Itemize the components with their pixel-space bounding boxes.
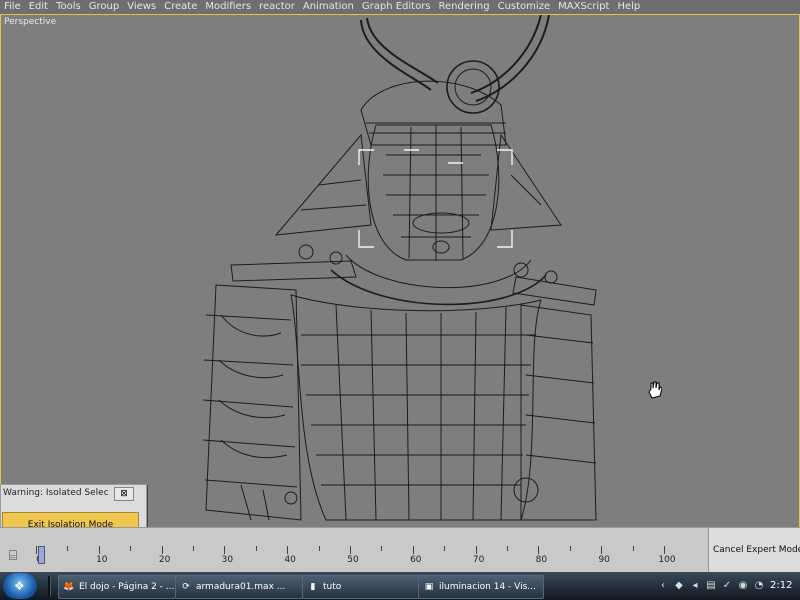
hand-cursor-icon <box>648 381 662 399</box>
isolation-close-button[interactable]: ⊠ <box>114 487 134 501</box>
menu-item-group[interactable]: Group <box>85 0 123 14</box>
tray-arrow-icon[interactable]: ‹ <box>656 579 670 593</box>
taskbar-button[interactable]: ⟳ armadura01.max ... <box>175 575 303 599</box>
windows-logo-icon: ❖ <box>14 579 25 593</box>
timeline-tick-label: 40 <box>284 555 296 565</box>
timeline-tick <box>412 546 414 554</box>
timeline-tick <box>664 546 665 554</box>
update-icon[interactable]: ◉ <box>736 579 750 593</box>
network-icon[interactable]: ▤ <box>704 579 718 593</box>
menu-item-views[interactable]: Views <box>123 0 160 14</box>
menu-item-rendering[interactable]: Rendering <box>435 0 494 14</box>
taskbar-button-label: tuto <box>323 582 342 592</box>
timeline-tick <box>98 546 100 554</box>
timeline-tick <box>350 546 351 554</box>
menu-item-animation[interactable]: Animation <box>299 0 358 14</box>
taskbar-button-label: El dojo - Página 2 - ... <box>79 582 175 592</box>
timeline-tick-label: 30 <box>221 555 234 565</box>
perspective-viewport[interactable]: Perspective <box>0 14 800 529</box>
taskbar: ❖ 🦊 El dojo - Página 2 - ... ⟳ armadura01.m… <box>0 572 800 600</box>
taskbar-app-icon: ▣ <box>424 582 434 592</box>
timeline-toggle-icon[interactable]: ⌸ <box>2 548 24 564</box>
taskbar-app-icon: ▮ <box>310 582 316 592</box>
timeline-tick <box>318 546 320 551</box>
taskbar-button[interactable]: ▣ iluminacion 14 - Vis... <box>418 575 544 599</box>
timeline-tick <box>569 546 571 551</box>
app-icon[interactable]: ◔ <box>752 579 766 593</box>
clock[interactable]: 2:12 <box>770 575 792 597</box>
menu-item-help[interactable]: Help <box>613 0 644 14</box>
menu-item-create[interactable]: Create <box>160 0 201 14</box>
timeline-tick <box>36 546 37 554</box>
timeline-tick <box>161 546 163 554</box>
menu-item-customize[interactable]: Customize <box>494 0 555 14</box>
taskbar-app-icon: ⟳ <box>182 582 190 592</box>
volume-icon[interactable]: ◂ <box>688 579 702 593</box>
timeline-tick <box>507 546 508 551</box>
expert-mode-panel: Cancel Expert Mode <box>708 527 800 573</box>
taskbar-button-label: iluminacion 14 - Vis... <box>439 582 536 592</box>
timeline-tick <box>381 546 383 551</box>
timeline-tick-label: 10 <box>96 555 108 565</box>
system-tray: ‹ ◆ ◂ ▤ ✓ ◉ ◔ <box>656 575 768 597</box>
time-slider[interactable] <box>38 546 45 564</box>
timeline-tick <box>444 546 446 551</box>
security-icon[interactable]: ✓ <box>720 579 734 593</box>
menu-item-maxscript[interactable]: MAXScript <box>554 0 613 14</box>
timeline-tick-label: 50 <box>347 555 359 565</box>
timeline-tick <box>130 546 132 551</box>
timeline-tick <box>632 546 634 551</box>
timeline-tick <box>224 546 226 554</box>
timeline-tick-label: 70 <box>472 555 485 565</box>
timeline-tick <box>538 546 540 554</box>
timeline-tick <box>287 546 289 554</box>
timeline-tick-label: 60 <box>410 555 422 565</box>
taskbar-app-icon: 🦊 <box>63 582 75 592</box>
menu-item-file[interactable]: File <box>0 0 25 14</box>
shield-icon[interactable]: ◆ <box>672 579 686 593</box>
taskbar-button-label: armadura01.max ... <box>196 582 286 592</box>
timeline-tick <box>255 546 257 551</box>
taskbar-button[interactable]: ▮ tuto <box>302 575 420 599</box>
menu-bar: File Edit Tools Group Views Create Modifiers re… <box>0 0 800 14</box>
menu-item-graph-editors[interactable]: Graph Editors <box>358 0 435 14</box>
taskbar-button[interactable]: 🦊 El dojo - Página 2 - ... <box>58 575 176 599</box>
wireframe-model <box>202 15 597 521</box>
timeline-tick-label: 80 <box>535 555 548 565</box>
timeline: ⌸ 0102030405060708090100 <box>0 527 708 573</box>
timeline-tick-label: 100 <box>658 555 676 565</box>
menu-item-modifiers[interactable]: Modifiers <box>201 0 255 14</box>
isolation-dialog-title: Warning: Isolated Select... <box>3 488 108 498</box>
menu-item-edit[interactable]: Edit <box>25 0 52 14</box>
cancel-expert-mode-button[interactable]: Cancel Expert Mode <box>713 545 800 555</box>
timeline-tick-label: 20 <box>158 555 171 565</box>
menu-item-tools[interactable]: Tools <box>52 0 85 14</box>
timeline-tick <box>601 546 603 554</box>
timeline-track[interactable]: 0102030405060708090100 <box>36 546 676 566</box>
menu-item-reactor[interactable]: reactor <box>255 0 299 14</box>
taskbar-separator <box>48 576 51 596</box>
timeline-tick <box>193 546 194 551</box>
timeline-tick <box>475 546 477 554</box>
timeline-tick-label: 90 <box>598 555 610 565</box>
timeline-tick <box>67 546 69 551</box>
start-button[interactable]: ❖ <box>3 573 37 599</box>
